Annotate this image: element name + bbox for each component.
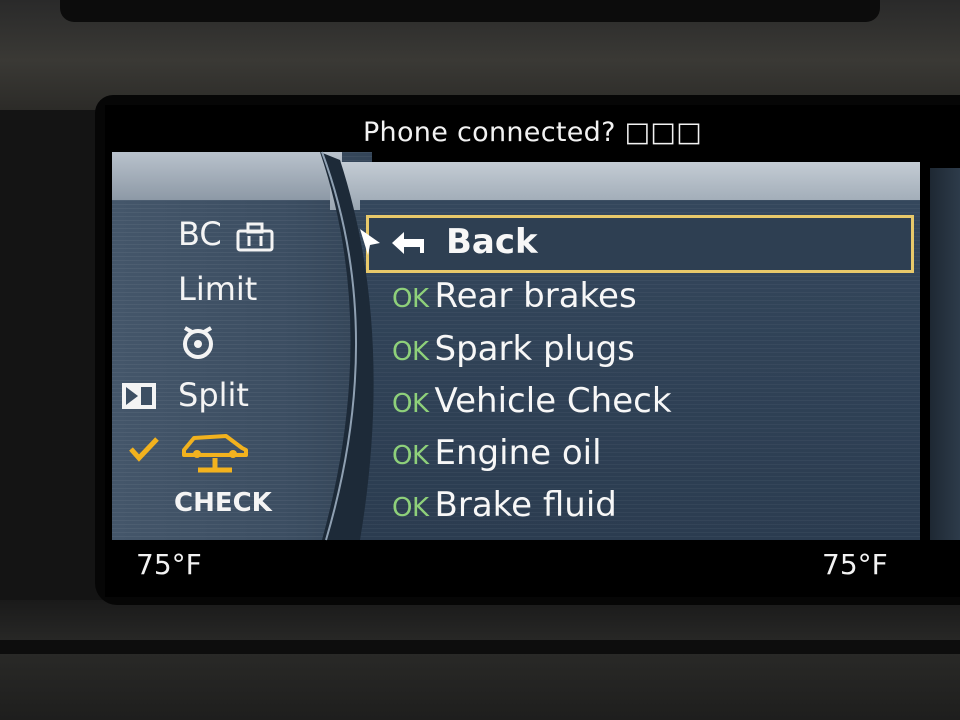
checkmark-icon — [129, 437, 159, 462]
left-menu-pane — [112, 152, 372, 540]
menu-item-label: Rear brakes — [434, 276, 637, 316]
menu-item-label: Engine oil — [434, 433, 602, 473]
briefcase-icon — [236, 222, 274, 252]
status-ok-badge: OK — [392, 284, 429, 314]
check-label: CHECK — [174, 488, 272, 518]
menu-item-rear-brakes[interactable]: OK Rear brakes — [392, 271, 637, 321]
cursor-arrow-icon — [360, 229, 380, 255]
split-label: Split — [178, 376, 249, 414]
menu-item-vehicle-check[interactable]: OK Vehicle Check — [392, 376, 672, 426]
dashboard-bezel-bottom — [0, 600, 960, 720]
menu-item-label: Brake fluid — [434, 485, 617, 525]
back-arrow-icon — [392, 232, 424, 254]
air-vent — [60, 0, 880, 22]
status-ok-badge: OK — [392, 337, 429, 367]
left-menu-item-limit[interactable]: Limit — [178, 270, 257, 308]
bc-label: BC — [178, 215, 222, 253]
menu-item-label: Vehicle Check — [434, 381, 672, 421]
status-ok-badge: OK — [392, 389, 429, 419]
menu-item-engine-oil[interactable]: OK Engine oil — [392, 428, 602, 478]
back-label: Back — [446, 222, 538, 262]
status-ok-badge: OK — [392, 441, 429, 471]
next-pane-edge — [930, 168, 960, 540]
left-menu-item-split[interactable]: Split — [178, 376, 249, 414]
car-on-lift-icon[interactable] — [180, 428, 252, 476]
left-menu-item-bc[interactable]: BC — [178, 215, 222, 253]
bezel-shadow — [0, 640, 960, 654]
menu-item-brake-fluid[interactable]: OK Brake fluid — [392, 480, 617, 530]
menu-item-spark-plugs[interactable]: OK Spark plugs — [392, 324, 635, 374]
outside-temp-left: 75°F — [136, 548, 202, 581]
split-screen-icon — [122, 383, 156, 409]
status-ok-badge: OK — [392, 493, 429, 523]
status-bar-message: Phone connected? □□□ — [362, 117, 703, 148]
limit-label: Limit — [178, 270, 258, 308]
left-menu-header — [112, 152, 342, 200]
menu-item-label: Spark plugs — [434, 329, 635, 369]
outside-temp-right: 75°F — [822, 548, 888, 581]
stopwatch-icon[interactable] — [180, 322, 218, 362]
left-menu-item-check[interactable]: CHECK — [174, 488, 272, 518]
